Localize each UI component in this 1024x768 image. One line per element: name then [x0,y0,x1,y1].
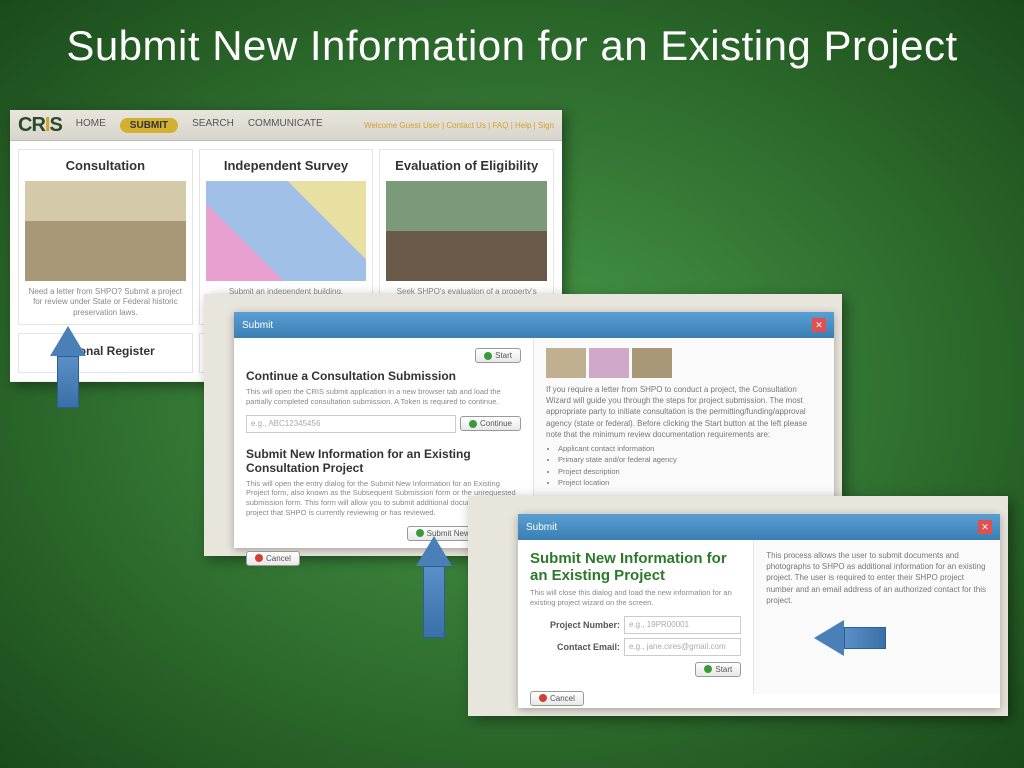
right-intro: If you require a letter from SHPO to con… [546,384,822,440]
thumb-image [546,348,586,378]
project-number-input[interactable]: e.g., 19PR00001 [624,616,741,634]
contact-email-label: Contact Email: [530,642,620,652]
close-icon[interactable]: ✕ [812,318,826,332]
cris-logo: CRIS [18,114,62,137]
card-image [206,181,367,281]
card-national-register[interactable]: National Register [18,333,193,373]
right-desc: This process allows the user to submit d… [766,550,988,606]
contact-email-input[interactable]: e.g., jane.cires@gmail.com [624,638,741,656]
dialog-desc: This will close this dialog and load the… [530,588,741,608]
callout-arrow [50,326,86,406]
section-title: Continue a Consultation Submission [246,369,521,383]
screenshot-new-info-dialog: Submit ✕ Submit New Information for an E… [468,496,1008,716]
thumb-image [632,348,672,378]
thumb-image [589,348,629,378]
card-image [386,181,547,281]
dialog-title: Submit [242,320,273,331]
token-input[interactable]: e.g., ABC12345456 [246,415,456,433]
continue-button[interactable]: Continue [460,416,521,431]
start-button[interactable]: Start [695,662,741,677]
card-title: Consultation [19,150,192,181]
nav-communicate[interactable]: COMMUNICATE [248,118,323,133]
cancel-button[interactable]: Cancel [246,551,300,566]
dialog-titlebar: Submit ✕ [234,312,834,338]
card-consultation[interactable]: Consultation Need a letter from SHPO? Su… [18,149,193,325]
project-number-label: Project Number: [530,620,620,630]
dialog-titlebar: Submit ✕ [518,514,1000,540]
start-button[interactable]: Start [475,348,521,363]
card-title: Independent Survey [200,150,373,181]
dialog-heading: Submit New Information for an Existing P… [530,550,741,584]
nav-search[interactable]: SEARCH [192,118,234,133]
callout-arrow [416,536,452,616]
nav-submit[interactable]: SUBMIT [120,118,178,133]
dialog-title: Submit [526,522,557,533]
navbar: CRIS HOME SUBMIT SEARCH COMMUNICATE Welc… [10,110,562,141]
section-desc: This will open the CRIS submit applicati… [246,387,521,407]
cancel-button[interactable]: Cancel [530,691,584,706]
section-title: Submit New Information for an Existing C… [246,447,521,475]
requirements-list: Applicant contact information Primary st… [558,444,822,489]
slide-title: Submit New Information for an Existing P… [0,0,1024,70]
card-image [25,181,186,281]
callout-arrow [814,620,894,656]
card-title: National Register [19,334,192,368]
welcome-text: Welcome Guest User | Contact Us | FAQ | … [364,121,554,130]
nav-home[interactable]: HOME [76,118,106,133]
close-icon[interactable]: ✕ [978,520,992,534]
card-title: Evaluation of Eligibility [380,150,553,181]
card-desc: Need a letter from SHPO? Submit a projec… [19,281,192,324]
